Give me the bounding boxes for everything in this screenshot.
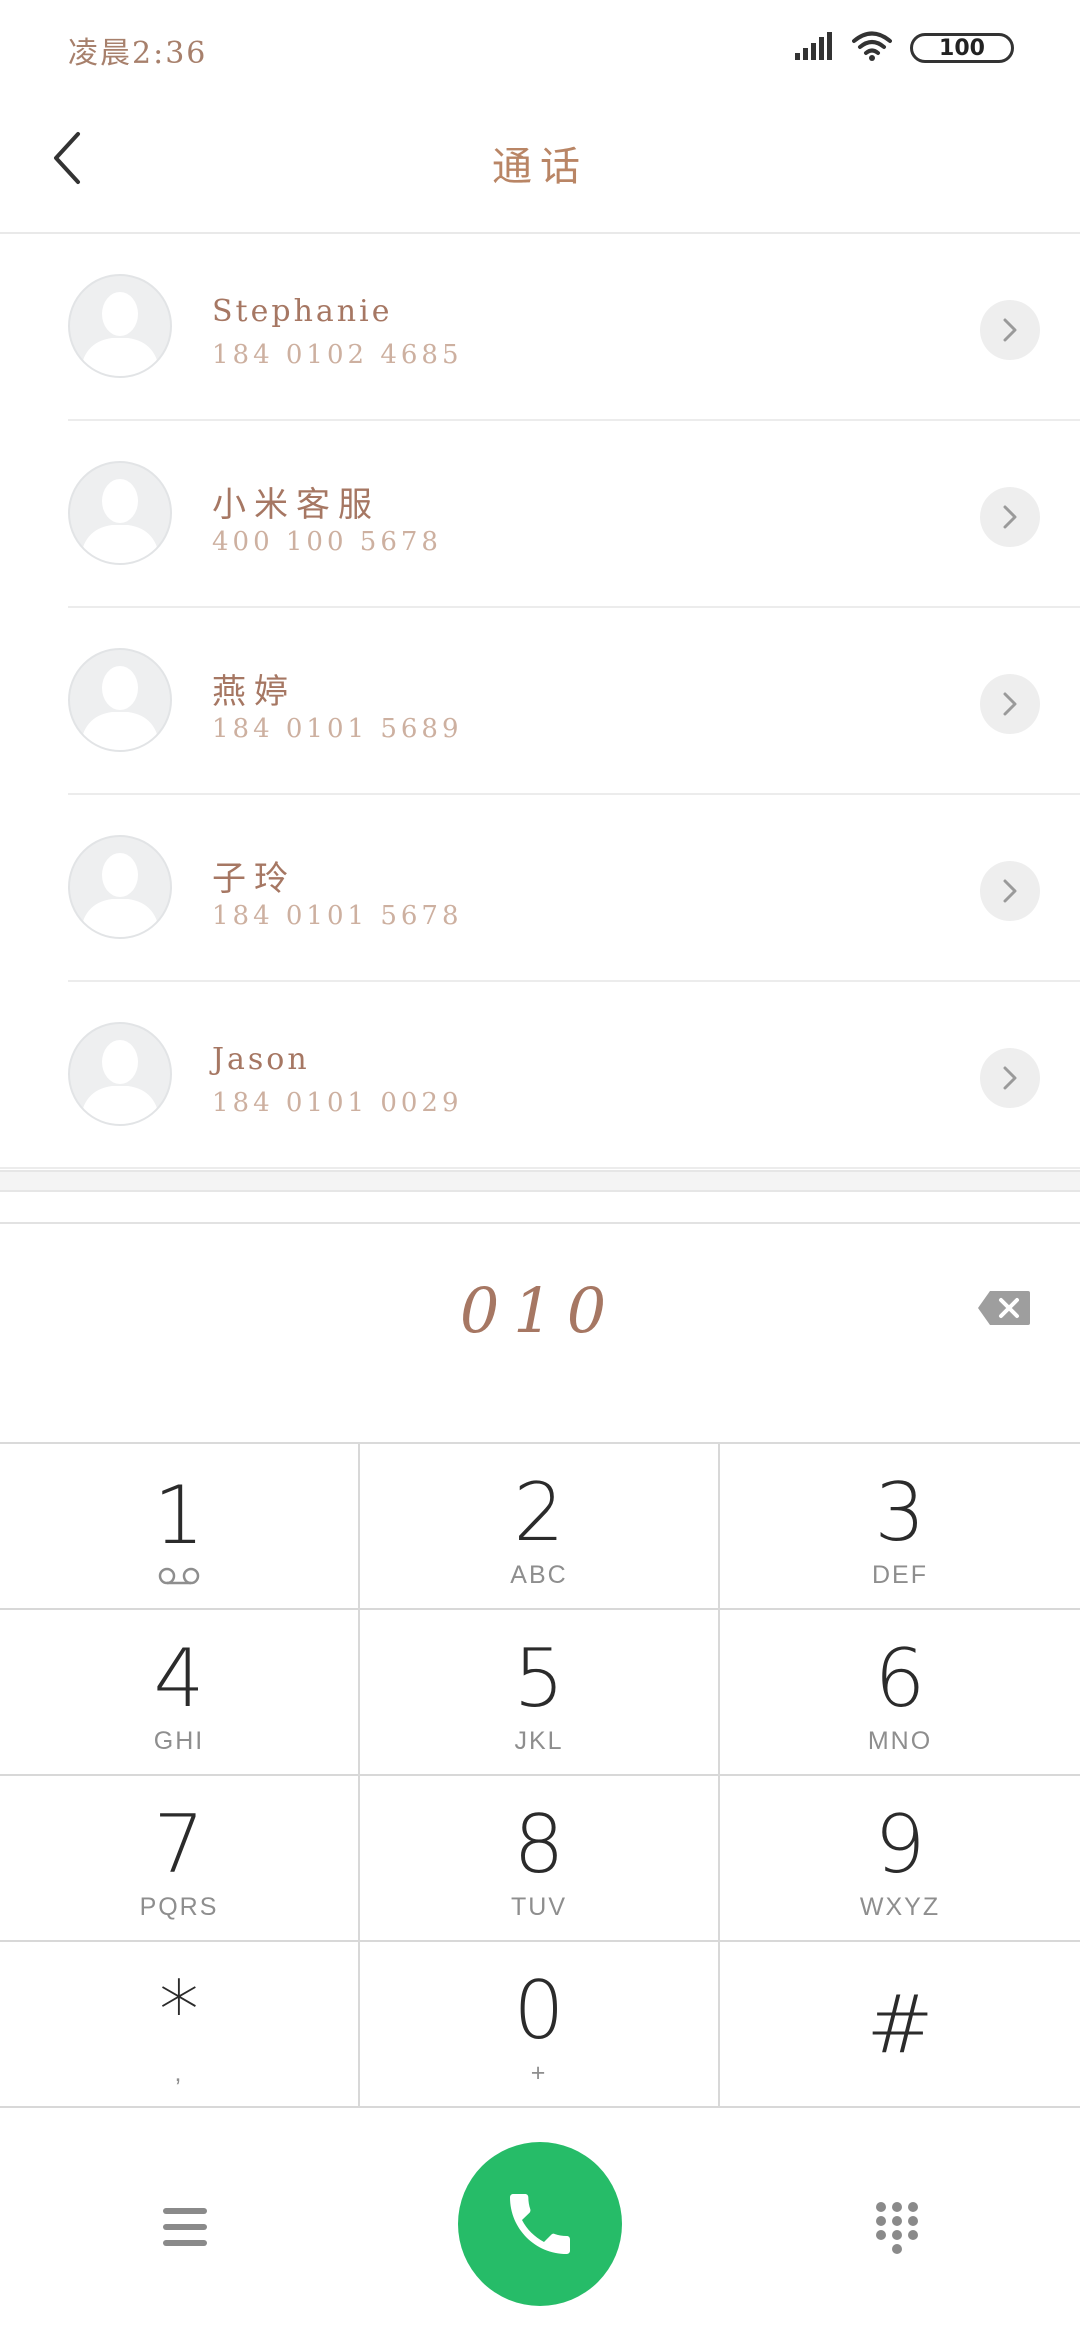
key-letters: JKL <box>514 1726 564 1755</box>
key-digit: 9 <box>874 1797 926 1891</box>
phone-icon <box>510 2194 570 2254</box>
keypad: 1 2 ABC 3 DEF 4 GHI 5 JKL 6 MNO 7 PQRS 8… <box>0 1444 1080 2108</box>
contact-row[interactable]: 小米客服 400 100 5678 <box>0 421 1080 608</box>
status-icons: 100 <box>794 28 1014 68</box>
list-separator <box>0 1170 1080 1224</box>
key-digit: 0 <box>513 1963 565 2057</box>
key-letters: ABC <box>510 1560 568 1589</box>
contact-number: 184 0101 5689 <box>212 714 463 744</box>
contact-detail-button[interactable] <box>980 300 1040 360</box>
battery-icon: 100 <box>910 33 1014 63</box>
contact-detail-button[interactable] <box>980 674 1040 734</box>
key-digit: # <box>866 1978 934 2071</box>
key-8[interactable]: 8 TUV <box>360 1776 720 1942</box>
key-letters: , <box>174 2058 184 2087</box>
person-icon <box>80 479 160 563</box>
key-letters: WXYZ <box>859 1892 941 1921</box>
key-hash[interactable]: # <box>720 1942 1080 2108</box>
person-icon <box>80 666 160 750</box>
contact-name: 小米客服 <box>212 485 380 525</box>
avatar <box>68 461 172 565</box>
dialer-screen: 凌晨2:36 100 通话 Stephanie 184 0102 4685 小米… <box>0 0 1080 2340</box>
chevron-right-icon <box>1003 1066 1017 1090</box>
person-icon <box>80 292 160 376</box>
key-letters: GHI <box>153 1726 205 1755</box>
key-letters: PQRS <box>139 1892 219 1921</box>
avatar <box>68 648 172 752</box>
contact-row[interactable]: 燕婷 184 0101 5689 <box>0 608 1080 795</box>
contact-name: 子玲 <box>212 859 296 899</box>
contact-number: 400 100 5678 <box>212 527 442 557</box>
contact-detail-button[interactable] <box>980 861 1040 921</box>
voicemail-icon <box>157 1566 201 1586</box>
chevron-right-icon <box>1003 318 1017 342</box>
person-icon <box>80 1040 160 1124</box>
status-time: 凌晨2:36 <box>68 36 208 71</box>
key-2[interactable]: 2 ABC <box>360 1444 720 1610</box>
person-icon <box>80 853 160 937</box>
key-digit: * <box>159 1963 199 2057</box>
key-6[interactable]: 6 MNO <box>720 1610 1080 1776</box>
chevron-right-icon <box>1003 692 1017 716</box>
signal-icon <box>794 31 834 65</box>
separator-band <box>0 1170 1080 1192</box>
keypad-toggle-button[interactable] <box>862 2188 932 2268</box>
key-digit: 6 <box>874 1631 926 1725</box>
key-letters: TUV <box>511 1892 567 1921</box>
key-star[interactable]: * , <box>0 1942 360 2108</box>
contact-name: Stephanie <box>212 294 393 329</box>
key-digit: 3 <box>874 1465 926 1559</box>
key-digit: 1 <box>153 1469 205 1562</box>
key-digit: 5 <box>513 1631 565 1725</box>
menu-icon <box>163 2208 207 2246</box>
battery-level: 100 <box>939 35 985 61</box>
backspace-button[interactable] <box>968 1278 1040 1338</box>
contact-detail-button[interactable] <box>980 487 1040 547</box>
key-3[interactable]: 3 DEF <box>720 1444 1080 1610</box>
key-7[interactable]: 7 PQRS <box>0 1776 360 1942</box>
key-digit: 2 <box>513 1465 565 1559</box>
chevron-right-icon <box>1003 879 1017 903</box>
key-letters: MNO <box>867 1726 933 1755</box>
contact-detail-button[interactable] <box>980 1048 1040 1108</box>
contact-name: 燕婷 <box>212 672 296 712</box>
dialpad-icon <box>876 2202 918 2254</box>
contact-row[interactable]: 子玲 184 0101 5678 <box>0 795 1080 982</box>
header: 通话 <box>0 100 1080 234</box>
wifi-icon <box>852 30 892 66</box>
contact-row[interactable]: Jason 184 0101 0029 <box>0 982 1080 1169</box>
contact-number: 184 0102 4685 <box>212 340 463 370</box>
chevron-right-icon <box>1003 505 1017 529</box>
avatar <box>68 835 172 939</box>
bottom-bar <box>0 2108 1080 2340</box>
key-letters: + <box>530 2058 548 2087</box>
contact-list: Stephanie 184 0102 4685 小米客服 400 100 567… <box>0 234 1080 1169</box>
call-button[interactable] <box>458 2142 622 2306</box>
key-5[interactable]: 5 JKL <box>360 1610 720 1776</box>
contact-row[interactable]: Stephanie 184 0102 4685 <box>0 234 1080 421</box>
contact-name: Jason <box>212 1042 310 1077</box>
avatar <box>68 1022 172 1126</box>
key-digit: 7 <box>153 1797 205 1891</box>
key-0[interactable]: 0 + <box>360 1942 720 2108</box>
contact-number: 184 0101 0029 <box>212 1088 463 1118</box>
key-digit: 4 <box>153 1631 205 1725</box>
status-bar: 凌晨2:36 100 <box>0 0 1080 100</box>
key-9[interactable]: 9 WXYZ <box>720 1776 1080 1942</box>
dial-display: 010 <box>0 1224 1080 1444</box>
page-title: 通话 <box>492 144 588 190</box>
key-digit: 8 <box>513 1797 565 1891</box>
dialed-number: 010 <box>459 1274 621 1347</box>
backspace-icon <box>978 1291 1030 1325</box>
key-letters: DEF <box>872 1560 928 1589</box>
divider <box>0 1167 1080 1169</box>
menu-button[interactable] <box>150 2192 220 2262</box>
key-4[interactable]: 4 GHI <box>0 1610 360 1776</box>
key-1[interactable]: 1 <box>0 1444 360 1610</box>
contact-number: 184 0101 5678 <box>212 901 463 931</box>
avatar <box>68 274 172 378</box>
